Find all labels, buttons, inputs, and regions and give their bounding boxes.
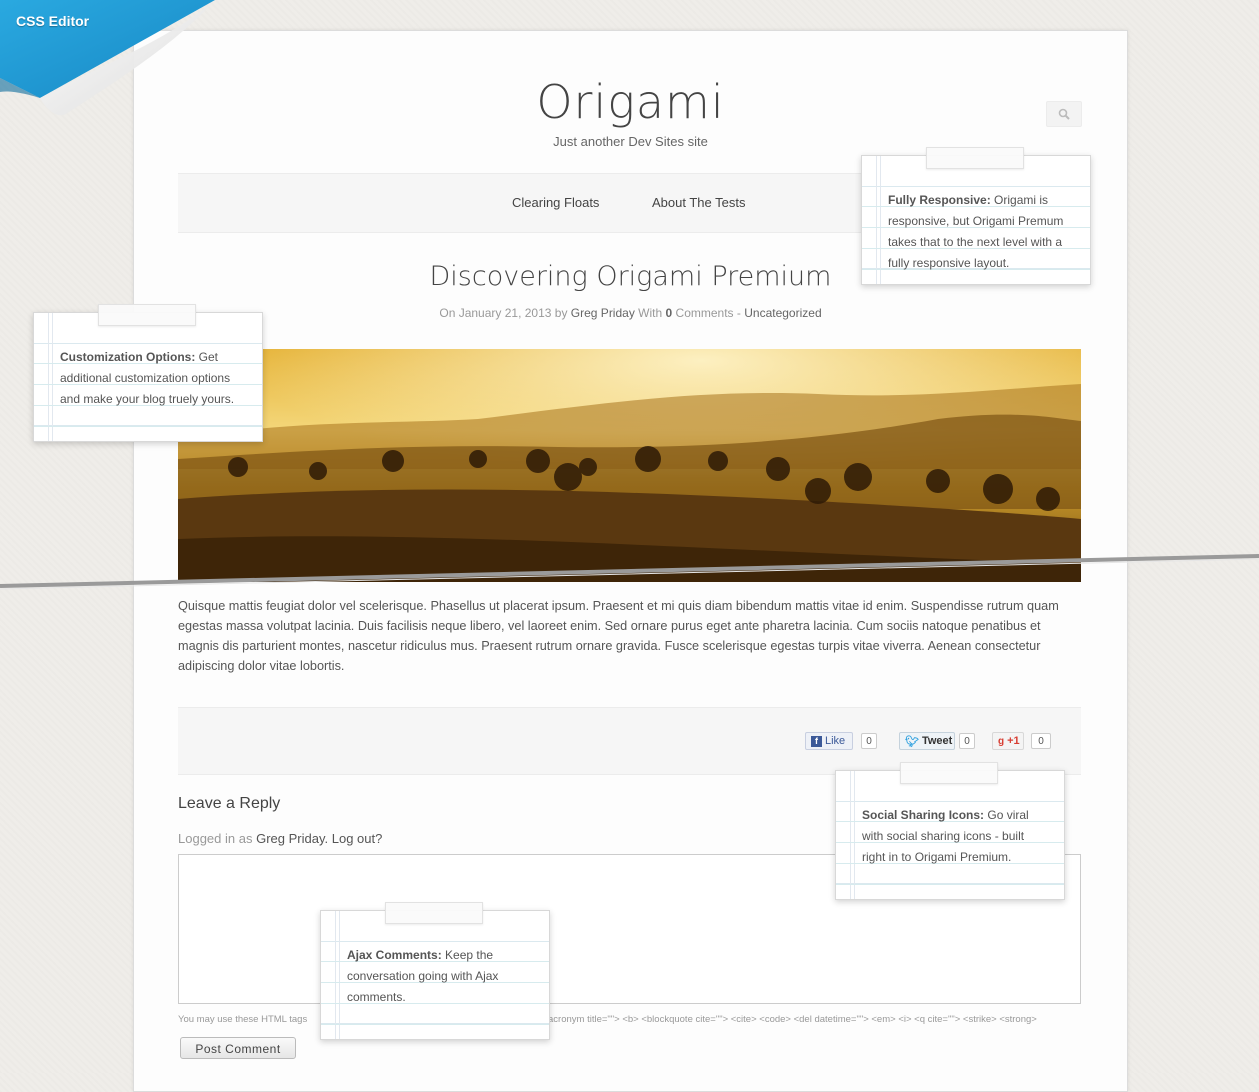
logged-in-prefix: Logged in as bbox=[178, 831, 253, 846]
tape-strip bbox=[926, 147, 1024, 169]
plusone-count: 0 bbox=[1031, 733, 1051, 749]
like-count: 0 bbox=[861, 733, 877, 749]
post-category-link[interactable]: Uncategorized bbox=[744, 306, 821, 320]
css-editor-label[interactable]: CSS Editor bbox=[16, 13, 89, 29]
note-title: Ajax Comments: bbox=[347, 948, 442, 962]
plusone-label: +1 bbox=[1007, 735, 1020, 747]
nav-item-about-the-tests[interactable]: About The Tests bbox=[652, 195, 745, 210]
note-social-sharing: Social Sharing Icons: Go viral with soci… bbox=[835, 762, 1065, 900]
site-title[interactable]: Origami bbox=[134, 75, 1127, 129]
google-plus-button[interactable]: g +1 bbox=[992, 732, 1024, 750]
note-fully-responsive: Fully Responsive: Origami is responsive,… bbox=[861, 147, 1091, 285]
note-ajax-comments: Ajax Comments: Keep the conversation goi… bbox=[320, 902, 550, 1040]
logged-in-line: Logged in as Greg Priday. Log out? bbox=[178, 831, 383, 846]
search-button[interactable] bbox=[1046, 101, 1082, 127]
allowed-html-tags: You may use these HTML tags acronym titl… bbox=[178, 1014, 1083, 1025]
post-author-link[interactable]: Greg Priday bbox=[571, 306, 635, 320]
tweet-count: 0 bbox=[959, 733, 975, 749]
post-date: On January 21, 2013 by bbox=[439, 306, 568, 320]
google-icon: g bbox=[998, 735, 1005, 747]
post-body: Quisque mattis feugiat dolor vel sceleri… bbox=[178, 599, 1059, 673]
tape-strip bbox=[385, 902, 483, 924]
tape-strip bbox=[900, 762, 998, 784]
note-title: Fully Responsive: bbox=[888, 193, 991, 207]
facebook-icon: f bbox=[811, 735, 822, 747]
comments-count[interactable]: 0 bbox=[666, 306, 673, 320]
html-tags-left: You may use these HTML tags bbox=[178, 1014, 308, 1025]
tweet-label: Tweet bbox=[921, 735, 953, 747]
meta-with: With bbox=[638, 306, 663, 320]
like-label: Like bbox=[825, 735, 846, 747]
tweet-button[interactable]: 🐦︎ Tweet bbox=[899, 732, 955, 750]
logged-user-link[interactable]: Greg Priday bbox=[256, 831, 324, 846]
html-tags-right: acronym title=""> <b> <blockquote cite="… bbox=[548, 1014, 1037, 1025]
leave-reply-heading: Leave a Reply bbox=[178, 795, 281, 812]
post-meta: On January 21, 2013 by Greg Priday With … bbox=[134, 306, 1127, 320]
featured-image bbox=[178, 349, 1081, 582]
comments-label[interactable]: Comments - bbox=[676, 306, 741, 320]
search-icon bbox=[1058, 108, 1070, 120]
post-comment-button[interactable]: Post Comment bbox=[180, 1037, 296, 1059]
nav-item-clearing-floats[interactable]: Clearing Floats bbox=[512, 195, 599, 210]
note-customization-options: Customization Options: Get additional cu… bbox=[33, 304, 263, 442]
logout-link[interactable]: Log out? bbox=[332, 831, 383, 846]
note-title: Customization Options: bbox=[60, 350, 196, 364]
tape-strip bbox=[98, 304, 196, 326]
note-title: Social Sharing Icons: bbox=[862, 808, 985, 822]
twitter-icon: 🐦︎ bbox=[905, 735, 919, 748]
facebook-like-button[interactable]: f Like bbox=[805, 732, 853, 750]
